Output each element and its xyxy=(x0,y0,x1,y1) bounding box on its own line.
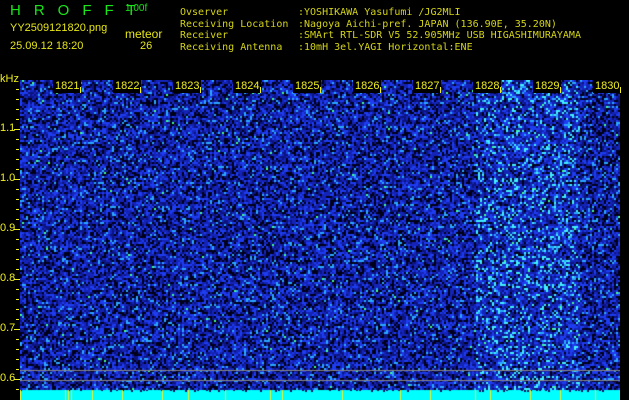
y-tick-label: 1.0 xyxy=(0,172,16,184)
y-tick xyxy=(14,129,20,130)
time-label: 1830 xyxy=(593,80,622,93)
time-label: 1828 xyxy=(473,80,502,93)
y-tick xyxy=(16,309,19,310)
y-tick xyxy=(16,89,19,90)
time-label: 1824 xyxy=(233,80,262,93)
y-tick xyxy=(14,229,20,230)
y-tick xyxy=(16,99,19,100)
y-tick xyxy=(16,189,19,190)
y-tick-label: 0.9 xyxy=(0,222,16,234)
station-info: Ovserver:YOSHIKAWA Yasufumi /JG2MLI Rece… xyxy=(180,7,581,53)
y-tick xyxy=(14,379,20,380)
datetime: 25.09.12 18:20 xyxy=(10,40,84,52)
y-tick xyxy=(14,329,20,330)
y-unit-label: kHz xyxy=(0,73,19,85)
y-tick xyxy=(16,259,19,260)
y-tick xyxy=(16,369,19,370)
y-tick xyxy=(16,239,19,240)
info-row: Ovserver:YOSHIKAWA Yasufumi /JG2MLI xyxy=(180,7,461,18)
time-label: 1826 xyxy=(353,80,382,93)
y-tick xyxy=(16,389,19,390)
y-tick xyxy=(16,139,19,140)
y-tick xyxy=(16,289,19,290)
y-tick xyxy=(16,169,19,170)
time-label: 1823 xyxy=(173,80,202,93)
time-tick xyxy=(560,87,561,93)
y-tick xyxy=(14,279,20,280)
y-tick xyxy=(16,339,19,340)
time-tick xyxy=(80,87,81,93)
y-tick xyxy=(16,219,19,220)
meteor-count: 26 xyxy=(140,40,153,52)
y-tick xyxy=(16,109,19,110)
y-tick xyxy=(16,359,19,360)
filename: YY2509121820.png xyxy=(10,22,108,34)
y-tick xyxy=(16,269,19,270)
info-row: Receiver:SMArt RTL-SDR V5 52.905MHz USB … xyxy=(180,30,581,41)
y-tick xyxy=(16,299,19,300)
y-tick-label: 0.6 xyxy=(0,372,16,384)
y-tick xyxy=(16,209,19,210)
y-tick xyxy=(16,319,19,320)
time-tick xyxy=(500,87,501,93)
y-tick xyxy=(16,149,19,150)
time-label: 1827 xyxy=(413,80,442,93)
time-tick xyxy=(140,87,141,93)
y-tick xyxy=(16,249,19,250)
info-row: Receiving Location:Nagoya Aichi-pref. JA… xyxy=(180,18,557,30)
time-tick xyxy=(440,87,441,93)
time-tick xyxy=(260,87,261,93)
y-tick xyxy=(16,349,19,350)
spectrogram-canvas xyxy=(20,80,620,400)
y-tick-label: 1.1 xyxy=(0,122,16,134)
y-tick xyxy=(16,119,19,120)
time-tick xyxy=(320,87,321,93)
info-row: Receiving Antenna:10mH 3el.YAGI Horizont… xyxy=(180,41,473,53)
time-tick xyxy=(380,87,381,93)
version: 1.00f xyxy=(125,3,148,14)
y-tick-label: 0.8 xyxy=(0,272,16,284)
y-tick xyxy=(14,179,20,180)
time-tick xyxy=(200,87,201,93)
time-label: 1822 xyxy=(113,80,142,93)
meteor-label: meteor xyxy=(125,27,163,41)
time-label: 1821 xyxy=(53,80,82,93)
y-tick-label: 0.7 xyxy=(0,322,16,334)
time-label: 1829 xyxy=(533,80,562,93)
y-tick xyxy=(16,159,19,160)
time-label: 1825 xyxy=(293,80,322,93)
y-tick xyxy=(16,199,19,200)
time-tick xyxy=(620,87,621,93)
